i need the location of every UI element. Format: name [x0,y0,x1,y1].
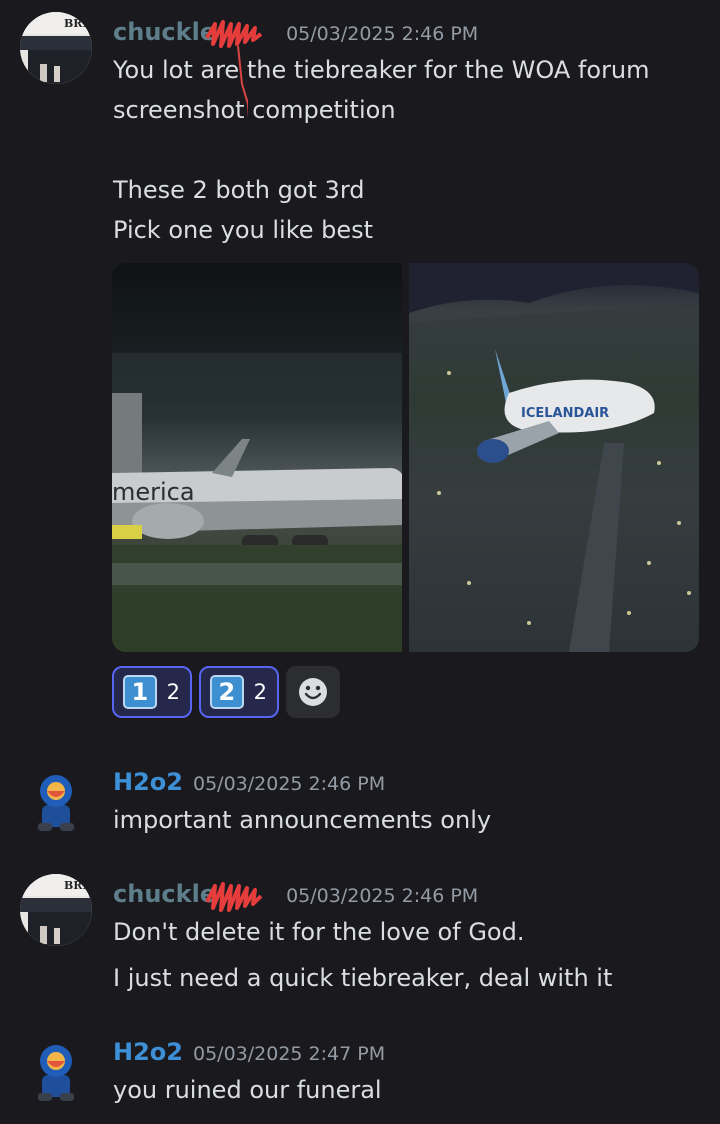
timestamp: 05/03/2025 2:47 PM [192,1043,386,1065]
keycap-one-icon: 1 [123,675,157,709]
svg-text:BRIT: BRIT [64,17,92,30]
reaction-keycap-2[interactable]: 2 2 [199,666,279,718]
svg-text:BRIT: BRIT [64,879,92,892]
message-line: Don't delete it for the love of God. [113,918,525,946]
avatar[interactable] [20,1035,92,1107]
keycap-two-icon: 2 [210,675,244,709]
airplane-avatar-icon: BRIT [20,874,92,946]
icelandair-plane-image: ICELANDAIR [409,263,699,652]
message-line: I just need a quick tiebreaker, deal wit… [113,964,613,992]
message-header: chuckle 05/03/2025 2:46 PM [113,18,478,46]
message-1: BRIT chuckle 05/03/2025 2:46 PM You lot a… [0,0,720,730]
avatar[interactable]: BRIT [20,12,92,84]
message-header: chuckle 05/03/2025 2:46 PM [113,880,478,908]
attachment-image-2[interactable]: ICELANDAIR [409,263,699,652]
timestamp: 05/03/2025 2:46 PM [286,23,479,45]
timestamp: 05/03/2025 2:46 PM [286,885,479,907]
username[interactable]: chuckle [113,880,216,908]
message-line: you ruined our funeral [113,1076,382,1104]
image-text: merica [112,478,195,506]
message-header: H2o2 05/03/2025 2:46 PM [113,768,385,796]
message-line: Pick one you like best [113,216,374,244]
avatar[interactable]: BRIT [20,874,92,946]
airplane-avatar-icon: BRIT [20,12,92,84]
reaction-count: 2 [253,680,267,704]
username[interactable]: H2o2 [113,1038,183,1066]
message-line: You lot are the tiebreaker for the WOA f… [113,56,650,84]
message-header: H2o2 05/03/2025 2:47 PM [113,1038,385,1066]
reaction-count: 2 [166,680,180,704]
avatar[interactable] [20,765,92,837]
image-text: ICELANDAIR [521,406,609,421]
reaction-keycap-1[interactable]: 1 2 [112,666,192,718]
robot-avatar-icon [38,1045,74,1101]
message-line: important announcements only [113,806,492,834]
smiley-icon [299,678,327,706]
add-reaction-button[interactable] [286,666,340,718]
username[interactable]: chuckle [113,18,216,46]
redaction-scribble [205,882,263,912]
username[interactable]: H2o2 [113,768,183,796]
attachment-image-1[interactable]: merica [112,263,402,652]
message-line: screenshot competition [113,96,396,124]
message-line: These 2 both got 3rd [113,176,365,204]
american-airlines-plane-image: merica [112,263,402,652]
robot-avatar-icon [38,775,74,831]
timestamp: 05/03/2025 2:46 PM [192,773,386,795]
